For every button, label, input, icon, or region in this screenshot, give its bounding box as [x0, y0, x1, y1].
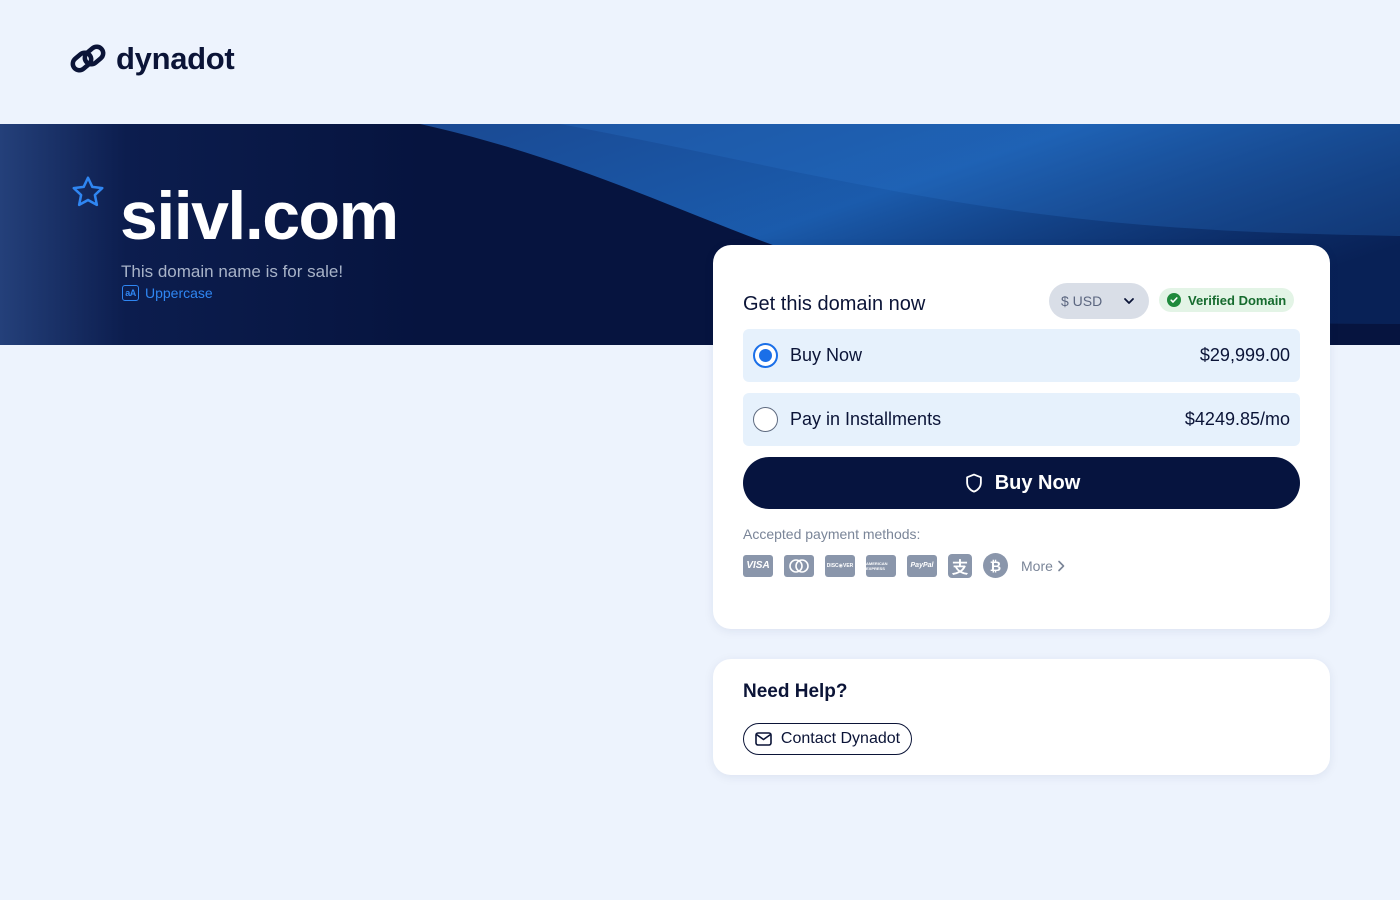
star-icon	[72, 176, 104, 207]
visa-icon: VISA	[743, 554, 773, 577]
contact-dynadot-button[interactable]: Contact Dynadot	[743, 723, 912, 755]
uppercase-toggle-link[interactable]: aA Uppercase	[122, 285, 213, 301]
header: dynadot	[0, 0, 1400, 124]
uppercase-label: Uppercase	[145, 285, 213, 301]
help-title: Need Help?	[743, 681, 848, 702]
currency-selector[interactable]: $ USD	[1049, 283, 1149, 319]
discover-icon: DISC◉VER	[825, 554, 855, 577]
radio-installments[interactable]	[753, 407, 778, 432]
contact-label: Contact Dynadot	[780, 730, 901, 747]
shield-icon	[965, 473, 982, 493]
buy-now-button[interactable]: Buy Now	[743, 457, 1300, 509]
buy-now-button-label: Buy Now	[994, 471, 1081, 494]
bitcoin-icon: ₿	[983, 553, 1008, 578]
purchase-card: Get this domain now $ USD Verified Domai…	[713, 245, 1330, 629]
payment-methods-label: Accepted payment methods:	[743, 526, 921, 542]
amex-icon: AMERICAN EXPRESS	[866, 554, 896, 577]
option-buy-now[interactable]: Buy Now $29,999.00	[743, 329, 1300, 382]
alipay-icon: 支	[948, 553, 972, 578]
verified-label: Verified Domain	[1188, 292, 1287, 308]
radio-buy-now[interactable]	[753, 343, 778, 368]
option-label: Buy Now	[790, 345, 863, 365]
domain-sale-page: dynadot siivl.com This domain name is fo…	[0, 0, 1400, 900]
mail-icon	[755, 732, 772, 746]
paypal-icon: PayPal	[907, 554, 937, 577]
brand-name: dynadot	[116, 41, 235, 76]
option-label: Pay in Installments	[790, 409, 942, 429]
chevron-right-icon	[1058, 560, 1065, 571]
payment-methods-list: VISA DISC◉VER AMERICAN EXPRESS PayPal 支 …	[743, 553, 1065, 578]
more-label: More	[1021, 557, 1053, 574]
chain-link-icon	[70, 44, 106, 73]
chevron-down-icon	[1124, 298, 1134, 304]
option-installments[interactable]: Pay in Installments $4249.85/mo	[743, 393, 1300, 446]
option-price: $4249.85/mo	[1184, 409, 1290, 429]
verified-domain-badge: Verified Domain	[1159, 288, 1295, 312]
option-price: $29,999.00	[1199, 345, 1290, 365]
check-circle-icon	[1167, 293, 1181, 307]
for-sale-subtitle: This domain name is for sale!	[121, 262, 344, 281]
favorite-star-button[interactable]	[70, 174, 106, 215]
help-card: Need Help? Contact Dynadot	[713, 659, 1330, 775]
currency-value: $ USD	[1061, 293, 1103, 309]
purchase-card-title: Get this domain now	[743, 293, 926, 315]
domain-name-title: siivl.com	[120, 178, 399, 254]
dynadot-logo[interactable]: dynadot	[69, 40, 235, 78]
text-case-icon: aA	[122, 285, 139, 301]
mastercard-icon	[784, 554, 814, 577]
more-payment-methods-link[interactable]: More	[1021, 558, 1065, 574]
